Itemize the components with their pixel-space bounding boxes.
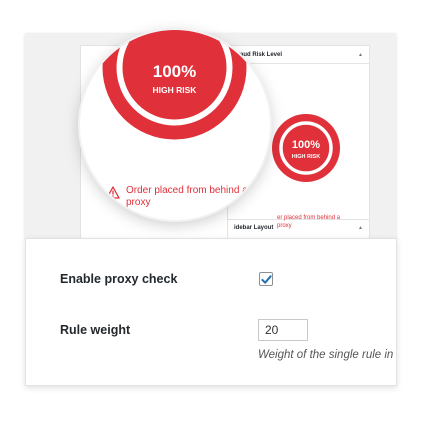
risk-warning-text: Order placed from behind a proxy	[126, 185, 248, 208]
rule-weight-label: Rule weight	[60, 323, 131, 337]
rule-weight-input[interactable]	[258, 319, 308, 341]
risk-gauge-small-label: HIGH RISK	[292, 154, 320, 160]
triangle-up-icon[interactable]: ▲	[358, 225, 363, 231]
triangle-up-icon[interactable]: ▲	[358, 52, 363, 58]
sidebar-layout-panel-title: idebar Layout	[234, 225, 274, 231]
checkmark-icon	[260, 274, 272, 284]
proxy-check-checkbox[interactable]	[259, 272, 273, 286]
risk-gauge-large: 100% HIGH RISK	[102, 30, 247, 140]
risk-gauge-large-label: HIGH RISK	[153, 85, 198, 95]
proxy-check-label: Enable proxy check	[60, 272, 178, 286]
risk-warning: Order placed from behind a proxy	[106, 185, 256, 209]
risk-gauge-small-percent: 100%	[292, 139, 320, 151]
magnifier-lens: 100% HIGH RISK Order placed from behind …	[80, 30, 270, 220]
fraud-rule-settings: Enable proxy check Rule weight Weight of…	[25, 238, 397, 386]
warning-triangle-icon	[106, 186, 120, 199]
rule-weight-help: Weight of the single rule in	[258, 349, 394, 361]
risk-gauge-large-percent: 100%	[153, 62, 196, 81]
risk-warning-small: er placed from behind a proxy	[277, 215, 341, 229]
risk-gauge-small: 100% HIGH RISK	[272, 114, 340, 182]
